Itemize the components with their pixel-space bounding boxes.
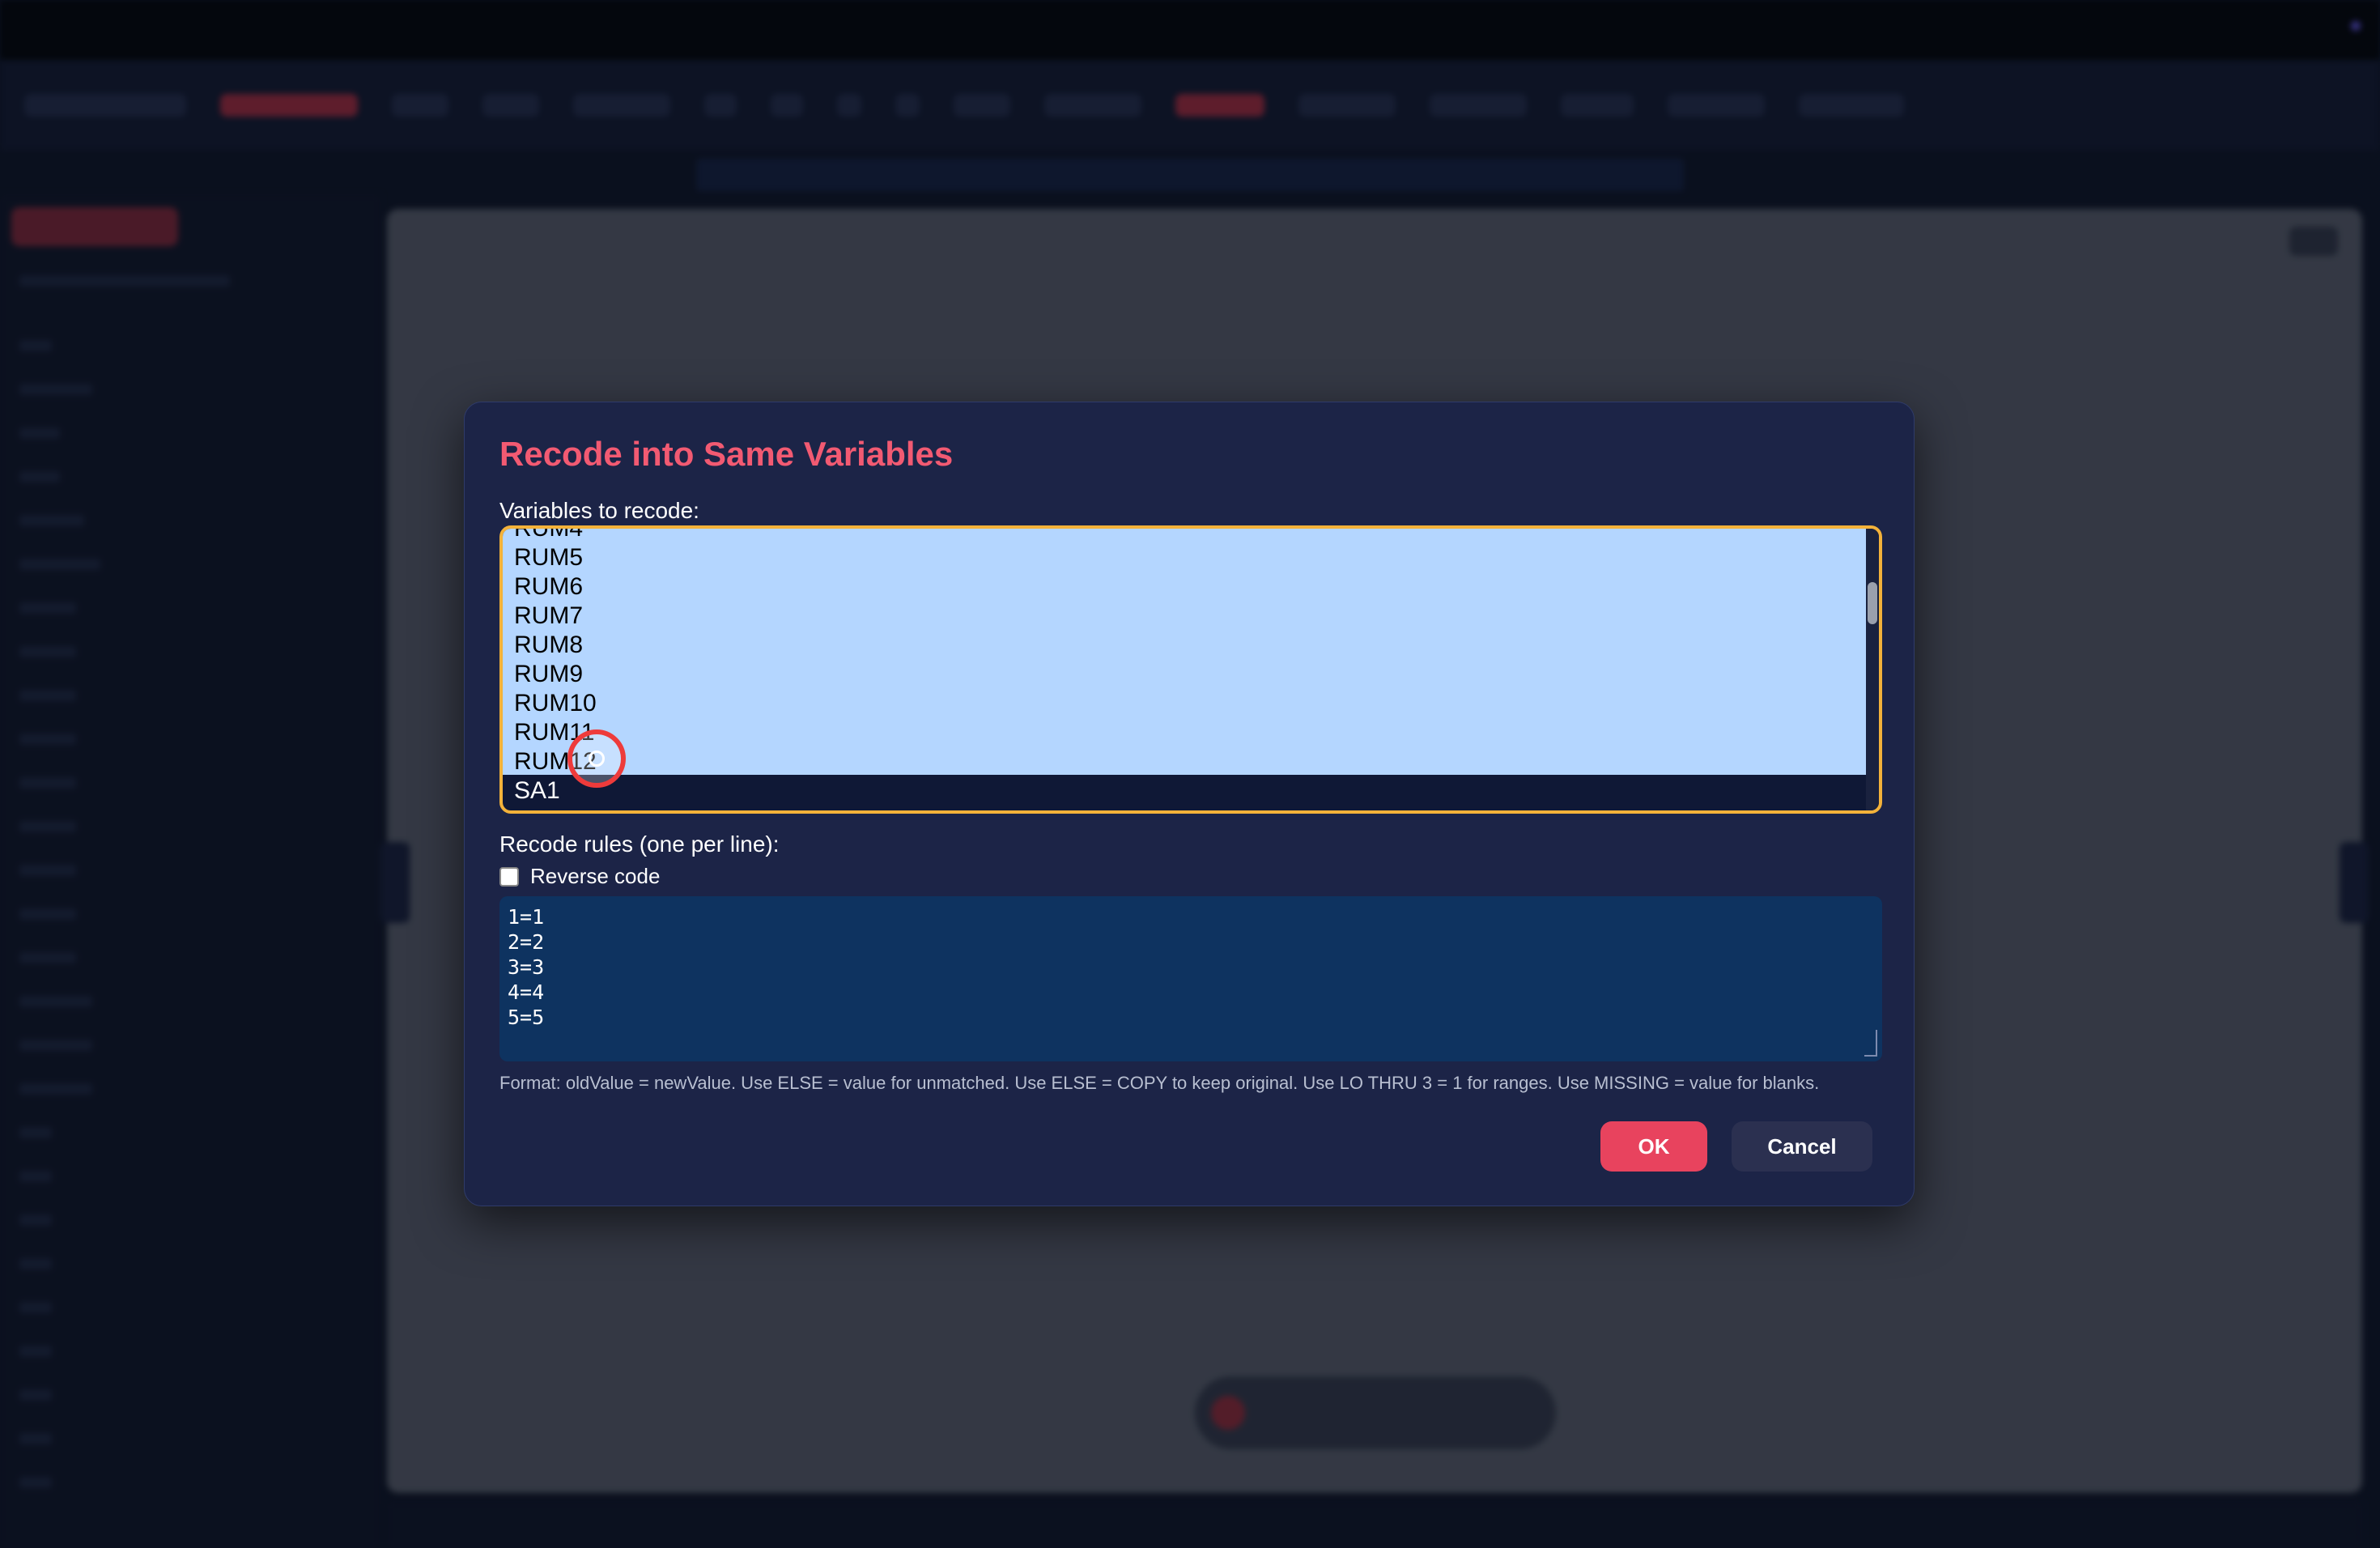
rule-line: 3=3	[508, 955, 545, 979]
variable-option[interactable]: RUM7	[514, 602, 597, 631]
variable-option[interactable]: RUM5	[514, 543, 597, 572]
ok-button[interactable]: OK	[1600, 1121, 1707, 1172]
variables-listbox[interactable]: RUM4RUM5RUM6RUM7RUM8RUM9RUM10RUM11RUM12S…	[499, 525, 1882, 814]
variable-option[interactable]: SA2	[514, 806, 597, 810]
variable-option[interactable]: RUM8	[514, 631, 597, 660]
variable-option[interactable]: RUM4	[514, 529, 597, 543]
rules-label: Recode rules (one per line):	[499, 831, 780, 857]
variable-option[interactable]: RUM9	[514, 660, 597, 689]
reverse-code-checkbox[interactable]	[499, 866, 519, 887]
variable-option[interactable]: RUM10	[514, 689, 597, 718]
variable-option[interactable]: RUM6	[514, 572, 597, 602]
variables-label: Variables to recode:	[499, 498, 699, 523]
rule-line: 4=4	[508, 980, 545, 1004]
reverse-code-row[interactable]: Reverse code	[499, 864, 660, 889]
dialog-title: Recode into Same Variables	[499, 435, 954, 473]
cancel-button[interactable]: Cancel	[1732, 1121, 1872, 1172]
selection-highlight	[503, 529, 1871, 775]
recode-dialog: Recode into Same Variables Variables to …	[464, 402, 1915, 1206]
rule-line: 5=5	[508, 1006, 545, 1029]
rule-line: 1=1	[508, 905, 545, 929]
reverse-code-label[interactable]: Reverse code	[530, 864, 660, 889]
rule-line: 2=2	[508, 930, 545, 954]
listbox-scrollbar[interactable]	[1866, 529, 1879, 810]
recode-rules-textarea[interactable]: 1=1 2=2 3=3 4=4 5=5	[499, 896, 1882, 1061]
mouse-cursor-icon	[567, 729, 626, 788]
resize-grip-icon[interactable]	[1864, 1030, 1877, 1057]
format-hint: Format: oldValue = newValue. Use ELSE = …	[499, 1073, 1820, 1093]
scrollbar-thumb[interactable]	[1868, 582, 1877, 624]
